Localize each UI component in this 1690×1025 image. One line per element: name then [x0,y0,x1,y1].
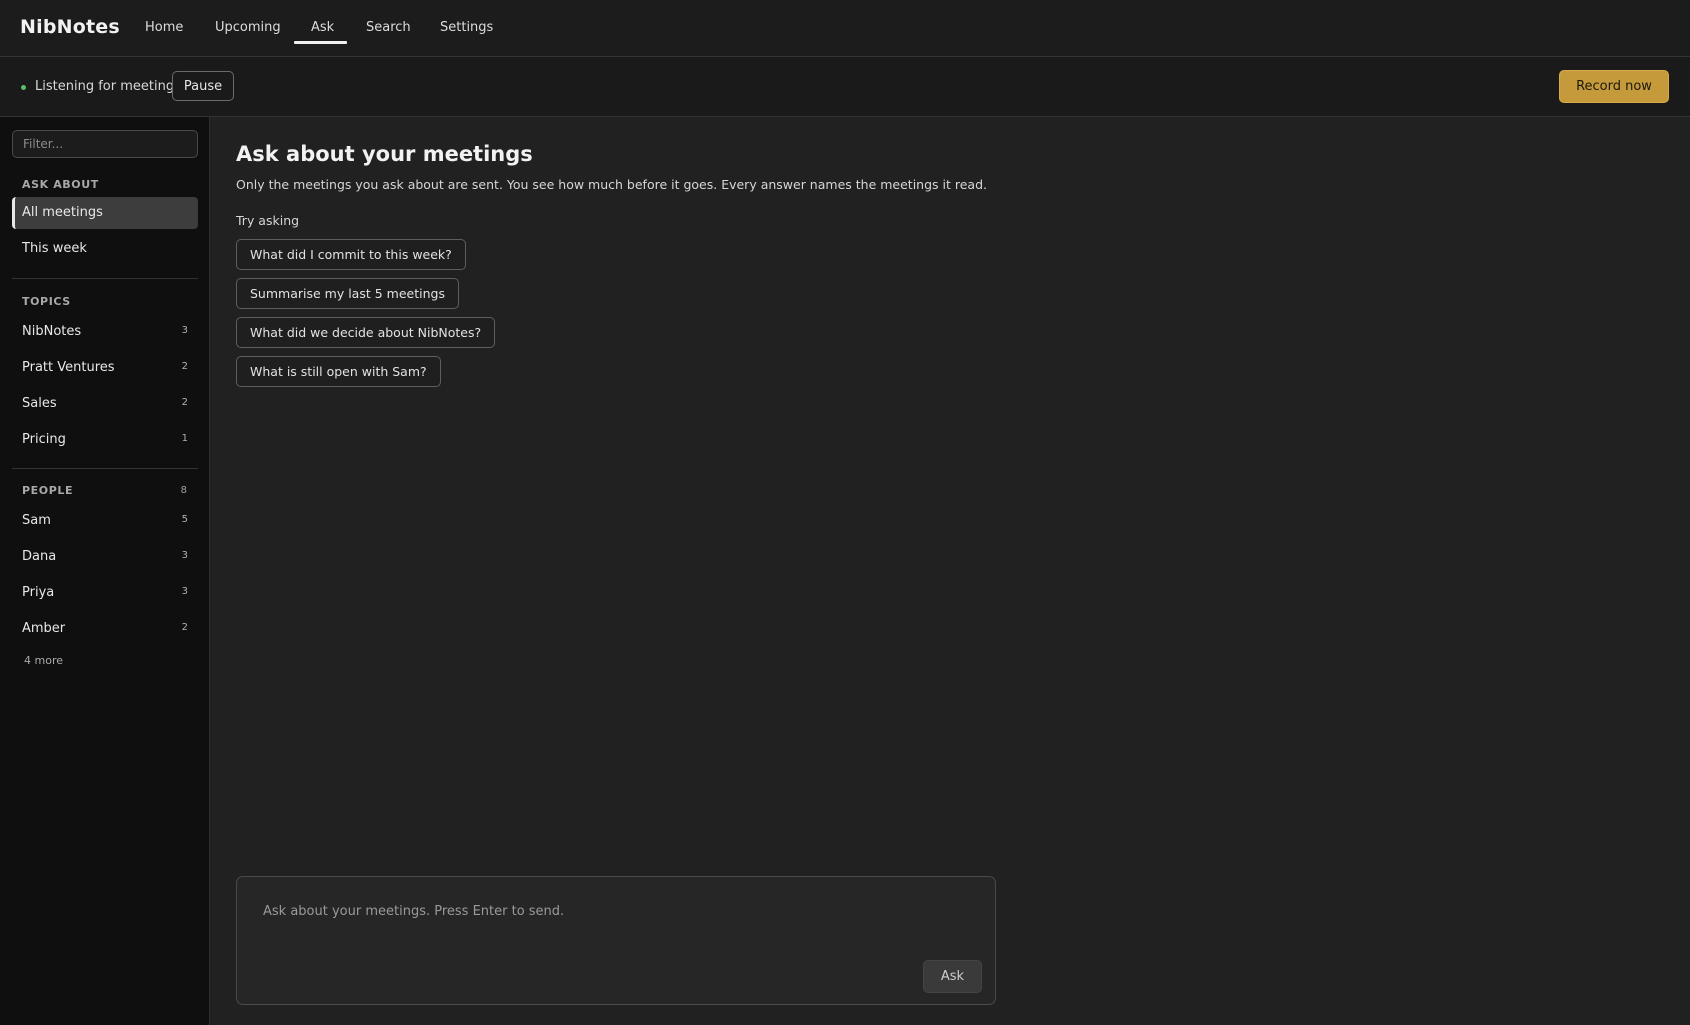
sidebar-item-count: 3 [181,586,188,597]
sidebar-item-count: 2 [181,397,188,408]
page-title: Ask about your meetings [236,142,533,166]
people-more-link[interactable]: 4 more [24,654,63,667]
sidebar-item-label: This week [22,241,87,256]
suggestion-chip[interactable]: What did I commit to this week? [236,239,466,270]
pause-button[interactable]: Pause [172,71,234,101]
active-tab-indicator [294,41,347,44]
filter-input[interactable] [12,130,198,158]
sidebar-item-count: 2 [181,622,188,633]
sidebar-item-label: Sales [22,396,57,411]
ask-button[interactable]: Ask [923,960,982,993]
sidebar-item-all-meetings[interactable]: All meetings [12,197,198,229]
people-count: 8 [180,485,187,496]
page-subtitle: Only the meetings you ask about are sent… [236,177,987,192]
suggestion-chip[interactable]: Summarise my last 5 meetings [236,278,459,309]
tab-home[interactable]: Home [145,20,183,35]
sidebar-item-label: Amber [22,621,66,636]
ask-composer: Ask [236,876,996,1005]
suggestion-chip[interactable]: What did we decide about NibNotes? [236,317,496,348]
sidebar-item-label: Pratt Ventures [22,360,115,375]
record-now-button[interactable]: Record now [1559,70,1669,103]
ask-input[interactable] [263,899,963,923]
ask-about-heading: ASK ABOUT [22,178,99,191]
sidebar-item-label: NibNotes [22,324,82,339]
sidebar-item-count: 3 [181,550,188,561]
listening-status-bar: Listening for meetings Pause Record now [0,57,1690,117]
tab-upcoming[interactable]: Upcoming [215,20,281,35]
tab-search[interactable]: Search [366,20,411,35]
tab-ask[interactable]: Ask [311,20,334,35]
sidebar-item-count: 1 [181,433,188,444]
sidebar-item-person-sam[interactable]: Sam 5 [12,505,198,537]
sidebar: ASK ABOUT All meetings This week TOPICS … [0,117,210,1025]
top-nav-bar: NibNotes Home Upcoming Ask Search Settin… [0,0,1690,57]
sidebar-item-label: Pricing [22,432,66,447]
sidebar-item-person-amber[interactable]: Amber 2 [12,613,198,645]
sidebar-item-label: Priya [22,585,55,600]
listening-status-text: Listening for meetings [35,79,181,94]
tab-settings[interactable]: Settings [440,20,493,35]
sidebar-item-label: Sam [22,513,51,528]
sidebar-item-count: 2 [181,361,188,372]
sidebar-item-topic-nibnotes[interactable]: NibNotes 3 [12,316,198,348]
sidebar-divider [12,468,198,469]
topics-heading: TOPICS [22,295,71,308]
sidebar-item-label: All meetings [22,205,103,220]
app-brand[interactable]: NibNotes [20,16,120,38]
sidebar-item-count: 5 [181,514,188,525]
sidebar-item-topic-pricing[interactable]: Pricing 1 [12,424,198,456]
listening-indicator-icon [21,85,26,90]
sidebar-item-this-week[interactable]: This week [12,233,198,265]
sidebar-item-topic-sales[interactable]: Sales 2 [12,388,198,420]
try-asking-label: Try asking [236,213,300,228]
sidebar-item-person-priya[interactable]: Priya 3 [12,577,198,609]
sidebar-divider [12,278,198,279]
sidebar-item-count: 3 [181,325,188,336]
sidebar-item-topic-pratt-ventures[interactable]: Pratt Ventures 2 [12,352,198,384]
sidebar-item-label: Dana [22,549,57,564]
sidebar-item-person-dana[interactable]: Dana 3 [12,541,198,573]
suggestion-chip[interactable]: What is still open with Sam? [236,356,441,387]
people-heading: PEOPLE [22,484,74,497]
